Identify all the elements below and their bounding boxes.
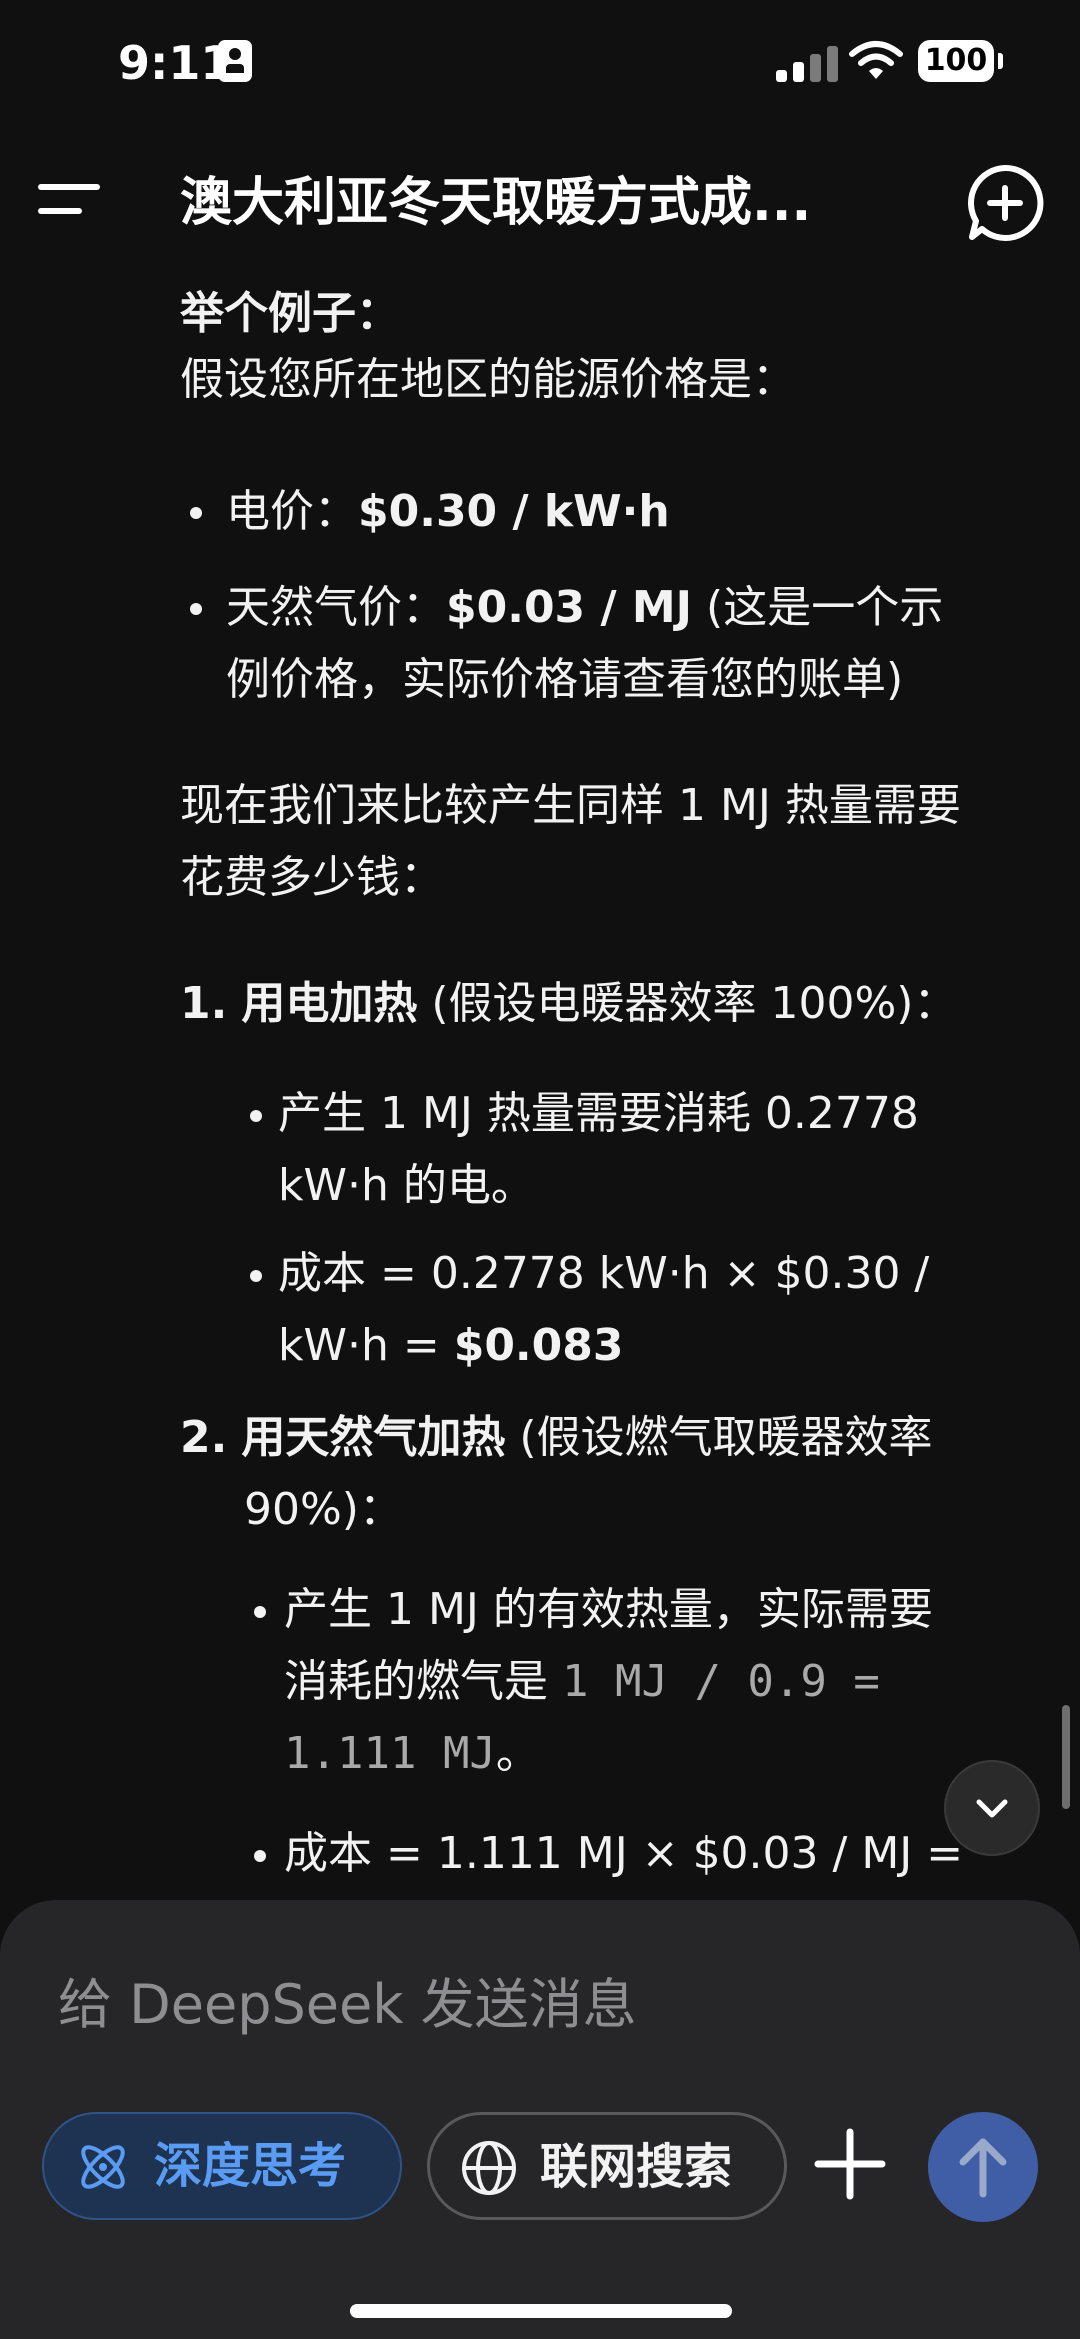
bullet-dot — [250, 1270, 262, 1282]
status-bar: 9:11 100 — [0, 0, 1080, 130]
globe-icon — [462, 2141, 516, 2195]
deep-think-toggle[interactable]: 深度思考 — [42, 2112, 402, 2220]
web-search-toggle[interactable]: 联网搜索 — [427, 2112, 787, 2220]
chevron-down-icon — [976, 1799, 1008, 1818]
bullet-dot — [254, 1850, 266, 1862]
wifi-icon — [849, 41, 903, 79]
method-1-point-2-line1: 成本 = 0.2778 kW·h × $0.30 / — [278, 1248, 930, 1299]
bullet-dot — [250, 1110, 262, 1122]
method-2-point-2-line1: 成本 = 1.111 MJ × $0.03 / MJ = — [284, 1828, 964, 1879]
composer: 给 DeepSeek 发送消息 深度思考 联网搜索 — [0, 1900, 1080, 2339]
add-attachment-icon[interactable] — [812, 2126, 888, 2202]
price-item-gas-note: 例价格，实际价格请查看您的账单) — [226, 654, 904, 705]
price-intro: 假设您所在地区的能源价格是： — [180, 354, 796, 405]
contact-card-icon — [218, 40, 252, 82]
method-1-point-2-line2: kW·h = $0.083 — [278, 1320, 624, 1371]
compare-intro-line2: 花费多少钱： — [180, 852, 444, 903]
method-2-point-1-line1: 产生 1 MJ 的有效热量，实际需要 — [284, 1584, 933, 1635]
assistant-message: 举个例子： 假设您所在地区的能源价格是： 电价：$0.30 / kW·h 天然气… — [0, 270, 1080, 1910]
compare-intro-line1: 现在我们来比较产生同样 1 MJ 热量需要 — [180, 780, 961, 831]
chat-header: 澳大利亚冬天取暖方式成... — [0, 140, 1080, 250]
bullet-dot — [254, 1606, 266, 1618]
battery-icon: 100 — [918, 40, 1003, 82]
method-1-point-1-line1: 产生 1 MJ 热量需要消耗 0.2778 — [278, 1088, 919, 1139]
send-button[interactable] — [928, 2112, 1038, 2222]
price-item-gas: 天然气价：$0.03 / MJ (这是一个示 — [226, 582, 944, 633]
message-input[interactable]: 给 DeepSeek 发送消息 — [58, 1960, 637, 2039]
inline-code: 1 MJ / 0.9 = — [562, 1656, 880, 1707]
chat-title[interactable]: 澳大利亚冬天取暖方式成... — [180, 160, 930, 235]
method-2-point-1-line2: 消耗的燃气是 1 MJ / 0.9 = — [284, 1656, 880, 1707]
bullet-dot — [190, 507, 202, 519]
example-heading: 举个例子： — [180, 288, 400, 339]
cellular-signal-icon — [776, 44, 838, 82]
status-time: 9:11 — [118, 36, 233, 90]
menu-icon[interactable] — [32, 168, 112, 228]
arrow-up-icon — [959, 2138, 1007, 2198]
scrollbar[interactable] — [1062, 1705, 1070, 1809]
inline-code: 1.111 MJ — [284, 1728, 496, 1779]
method-2-heading-line2: 90%)： — [244, 1484, 403, 1535]
home-indicator — [350, 2304, 732, 2318]
method-2-heading: 2. 用天然气加热 (假设燃气取暖器效率 — [180, 1412, 933, 1463]
price-item-electricity: 电价：$0.30 / kW·h — [226, 486, 670, 537]
deep-think-label: 深度思考 — [154, 2138, 347, 2194]
method-1-heading: 1. 用电加热 (假设电暖器效率 100%)： — [180, 978, 958, 1029]
atom-icon — [81, 2145, 125, 2189]
scroll-to-bottom-button[interactable] — [944, 1760, 1040, 1856]
new-chat-icon[interactable] — [962, 160, 1048, 246]
bullet-dot — [190, 603, 202, 615]
method-2-point-1-line3: 1.111 MJ。 — [284, 1728, 540, 1779]
web-search-label: 联网搜索 — [540, 2139, 733, 2195]
method-1-point-1-line2: kW·h 的电。 — [278, 1160, 535, 1211]
